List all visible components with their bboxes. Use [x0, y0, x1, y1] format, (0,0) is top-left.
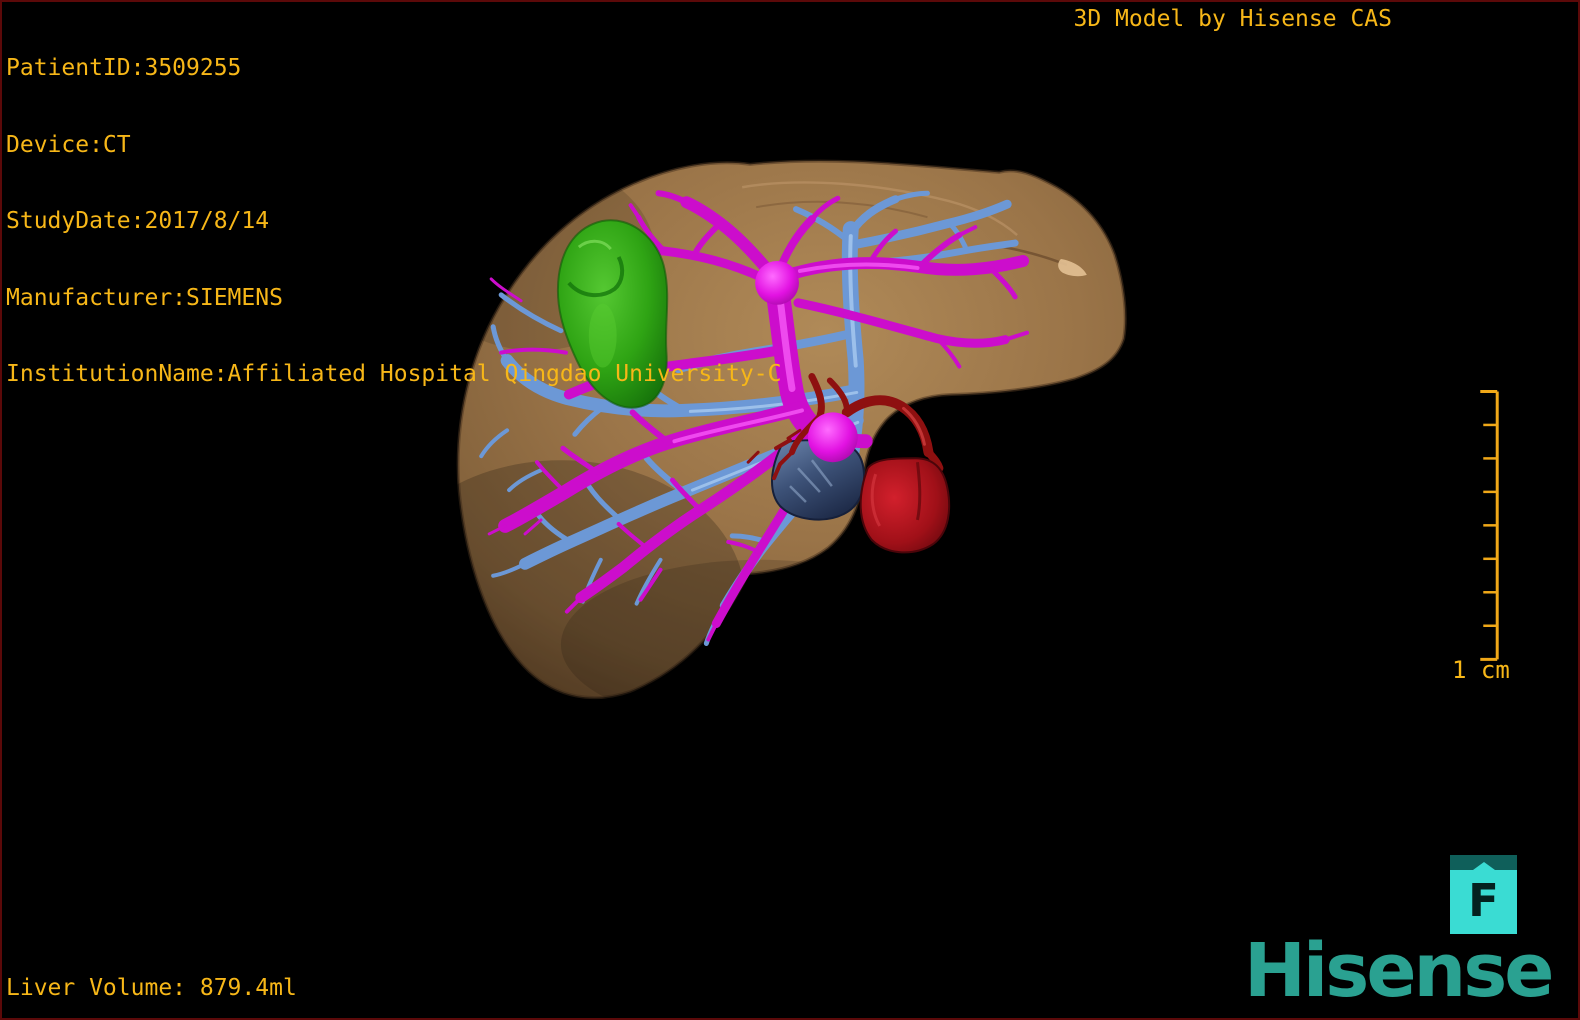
orientation-marker[interactable]: F: [1450, 855, 1517, 934]
liver-volume-readout: Liver Volume: 879.4ml: [6, 975, 297, 1001]
viewer-screen: PatientID:3509255 Device:CT StudyDate:20…: [0, 0, 1580, 1020]
scale-ruler: [1480, 389, 1499, 661]
orientation-marker-arrow: [1450, 855, 1517, 870]
institution-line: InstitutionName:Affiliated Hospital Qing…: [6, 361, 782, 387]
manufacturer-line: Manufacturer:SIEMENS: [6, 284, 283, 311]
watermark-title: 3D Model by Hisense CAS: [1073, 6, 1393, 32]
study-date-line: StudyDate:2017/8/14: [6, 208, 270, 234]
orientation-letter: F: [1450, 870, 1517, 934]
scale-label: 1 cm: [1452, 656, 1510, 684]
device-line: Device:CT: [6, 131, 131, 158]
red-mass: [859, 457, 951, 554]
magenta-bulb: [807, 412, 858, 463]
up-triangle-icon: [1472, 862, 1495, 870]
patient-id-line: PatientID:3509255: [6, 55, 242, 81]
patient-info-block: PatientID:3509255 Device:CT StudyDate:20…: [6, 5, 781, 439]
hisense-logo: Hisense: [1244, 928, 1554, 1014]
